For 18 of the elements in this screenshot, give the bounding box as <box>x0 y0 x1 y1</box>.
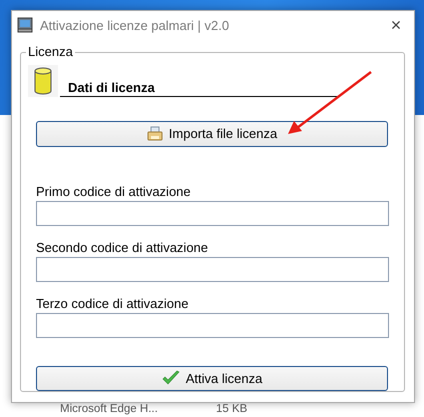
computer-icon <box>17 17 33 33</box>
field-label: Secondo codice di attivazione <box>36 240 210 254</box>
field-label: Terzo codice di attivazione <box>36 296 190 310</box>
printer-icon <box>146 126 163 142</box>
window-title: Attivazione licenze palmari | v2.0 <box>40 18 230 32</box>
file-name: Microsoft Edge H... <box>60 403 158 415</box>
group-label: Licenza <box>26 44 75 59</box>
database-icon <box>28 65 58 97</box>
section-heading: Dati di licenza <box>60 80 338 97</box>
file-size: 15 KB <box>216 403 248 415</box>
code-input-field[interactable] <box>36 312 389 338</box>
activate-license-button[interactable]: Attiva licenza <box>36 366 388 391</box>
code-input-field[interactable] <box>36 200 389 226</box>
checkmark-icon <box>162 370 180 386</box>
code-input-field[interactable] <box>36 256 389 282</box>
close-button[interactable]: × <box>382 14 410 36</box>
field-label: Primo codice di attivazione <box>36 184 192 198</box>
import-license-button[interactable]: Importa file licenza <box>36 121 388 146</box>
